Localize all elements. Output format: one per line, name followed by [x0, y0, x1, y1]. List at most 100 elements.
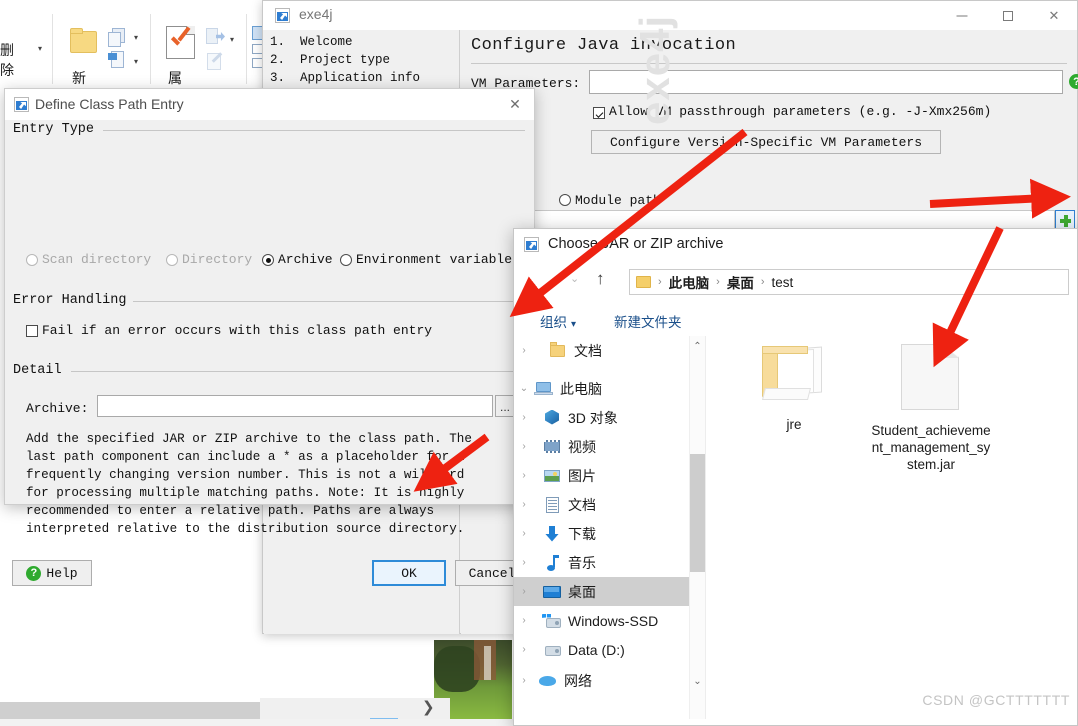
tree-item-label: 文档 — [568, 496, 596, 513]
new-folder-button[interactable]: 新建文件夹 — [614, 311, 682, 331]
scan-directory-radio[interactable] — [26, 254, 38, 266]
properties-extra-icon[interactable] — [206, 28, 226, 48]
scan-directory-label: Scan directory — [42, 252, 152, 267]
fail-on-error-checkbox[interactable] — [26, 325, 38, 337]
close-button[interactable]: ✕ — [1031, 1, 1077, 30]
arrow-up-icon[interactable]: ↑ — [596, 269, 605, 289]
chevron-down-icon[interactable]: ▾ — [134, 33, 138, 42]
chevron-up-icon[interactable]: ⌃ — [690, 338, 705, 354]
archive-input[interactable] — [97, 395, 493, 417]
expander-icon[interactable]: ⌄ — [514, 383, 534, 394]
expander-icon[interactable]: › — [514, 528, 534, 539]
tree-item-this-pc[interactable]: ⌄ 此电脑 — [514, 374, 689, 403]
tree-item-label: 3D 对象 — [568, 409, 618, 426]
expander-icon[interactable]: › — [514, 470, 534, 481]
music-icon — [542, 554, 562, 572]
breadcrumb-separator: › — [716, 276, 720, 288]
archive-radio[interactable] — [262, 254, 274, 266]
tree-item-documents[interactable]: › 文档 — [514, 490, 689, 519]
allow-passthrough-checkbox[interactable] — [593, 107, 605, 119]
scrollbar-thumb[interactable] — [690, 454, 705, 572]
configure-version-specific-vm-parameters-button[interactable]: Configure Version-Specific VM Parameters — [591, 130, 941, 154]
file-dialog-titlebar[interactable]: Choose JAR or ZIP archive — [514, 229, 1077, 261]
browse-archive-button[interactable]: ... — [495, 395, 515, 417]
organize-label: 组织 — [540, 315, 567, 330]
tree-item-windows-ssd[interactable]: › Windows-SSD — [514, 606, 689, 635]
dialog-titlebar[interactable]: Define Class Path Entry ✕ — [5, 89, 534, 120]
drive-icon — [542, 612, 562, 630]
explorer-status-strip-right: ❯ — [260, 698, 450, 720]
dialog-help-button[interactable]: ? Help — [12, 560, 92, 586]
expander-icon[interactable]: › — [514, 412, 534, 423]
expander-icon[interactable]: › — [514, 441, 534, 452]
file-item-jre[interactable]: jre — [734, 344, 854, 433]
file-list[interactable]: jre Student_achievement_management_syste… — [705, 336, 1077, 719]
detail-description: Add the specified JAR or ZIP archive to … — [26, 432, 472, 536]
chevron-down-icon[interactable]: ▾ — [230, 35, 234, 44]
breadcrumb-item-test[interactable]: test — [772, 275, 794, 290]
organize-button[interactable]: 组织 ▾ — [540, 311, 576, 331]
expander-icon[interactable]: › — [514, 499, 534, 510]
maximize-button[interactable] — [985, 1, 1031, 30]
new-item-icon[interactable] — [108, 26, 130, 48]
tree-item-network[interactable]: › 网络 — [514, 666, 689, 695]
close-icon: ✕ — [1048, 7, 1060, 23]
breadcrumb-item-desktop[interactable]: 桌面 — [727, 272, 754, 292]
expander-icon[interactable]: › — [514, 615, 534, 626]
new-folder-icon[interactable] — [70, 28, 98, 54]
tree-item-documents-quick[interactable]: › 文档 — [514, 336, 689, 365]
define-class-path-entry-dialog: Define Class Path Entry ✕ Entry Type Sca… — [4, 88, 535, 586]
directory-radio[interactable] — [166, 254, 178, 266]
file-item-jar[interactable]: Student_achievement_management_system.ja… — [871, 344, 991, 473]
ok-button[interactable]: OK — [372, 560, 446, 586]
tree-item-pictures[interactable]: › 图片 — [514, 461, 689, 490]
folder-icon — [548, 341, 568, 360]
minimize-button[interactable] — [939, 1, 985, 30]
tree-scrollbar[interactable]: ⌃ ⌄ — [689, 336, 705, 719]
module-path-radio[interactable] — [559, 194, 571, 206]
tree-item-label: 此电脑 — [560, 380, 602, 397]
folder-open-icon — [762, 344, 828, 406]
close-icon[interactable]: ✕ — [500, 93, 530, 115]
tree-item-data-d[interactable]: › Data (D:) — [514, 635, 689, 664]
chevron-down-icon[interactable]: ⌄ — [690, 673, 705, 689]
page-title: Configure Java invocation — [471, 36, 737, 55]
navigation-tree[interactable]: › 文档 ⌄ 此电脑 › 3D 对象 › 视频 › 图片 › 文档 › 下载 ›… — [514, 336, 689, 719]
expander-icon[interactable]: › — [514, 345, 534, 356]
properties-icon[interactable] — [166, 26, 196, 60]
breadcrumb-separator: › — [760, 276, 765, 288]
ribbon-delete-label: 删除 — [0, 42, 14, 78]
expander-icon[interactable]: › — [514, 586, 534, 597]
tree-item-music[interactable]: › 音乐 — [514, 548, 689, 577]
tree-item-desktop[interactable]: › 桌面 — [514, 577, 689, 606]
chevron-down-icon[interactable]: ⌄ — [570, 272, 579, 285]
folder-icon — [636, 276, 651, 288]
tree-item-3d-objects[interactable]: › 3D 对象 — [514, 403, 689, 432]
breadcrumb[interactable]: › 此电脑 › 桌面 › test — [629, 269, 1069, 295]
nav-item-welcome[interactable]: 1. Welcome — [270, 35, 353, 49]
environment-variable-radio[interactable] — [340, 254, 352, 266]
add-class-path-entry-button[interactable] — [1055, 210, 1075, 230]
tree-item-label: 桌面 — [568, 583, 596, 600]
choose-archive-dialog: Choose JAR or ZIP archive → ⌄ ↑ › 此电脑 › … — [513, 228, 1078, 726]
tree-item-label: 下载 — [568, 525, 596, 542]
tree-item-videos[interactable]: › 视频 — [514, 432, 689, 461]
chevron-down-icon[interactable]: ▾ — [38, 44, 42, 53]
explorer-ribbon: 删除 ▾ ▾ ▾ 新建 — [0, 0, 270, 106]
expander-icon[interactable]: › — [514, 557, 534, 568]
tree-item-downloads[interactable]: › 下载 — [514, 519, 689, 548]
nav-item-project-type[interactable]: 2. Project type — [270, 53, 390, 67]
title-divider — [471, 63, 1067, 64]
breadcrumb-item-this-pc[interactable]: 此电脑 — [669, 272, 710, 292]
expander-icon[interactable]: › — [514, 675, 534, 686]
help-icon[interactable]: ? — [1069, 74, 1078, 89]
network-icon — [538, 672, 558, 690]
expander-icon[interactable]: › — [514, 644, 534, 655]
chevron-right-icon[interactable]: ❯ — [422, 698, 435, 716]
explorer-status-strip — [0, 702, 260, 719]
new-shortcut-icon[interactable] — [108, 50, 130, 72]
arrow-right-icon[interactable]: → — [546, 271, 561, 288]
chevron-down-icon[interactable]: ▾ — [134, 57, 138, 66]
nav-item-application-info[interactable]: 3. Application info — [270, 71, 420, 85]
documents-icon — [542, 496, 562, 514]
